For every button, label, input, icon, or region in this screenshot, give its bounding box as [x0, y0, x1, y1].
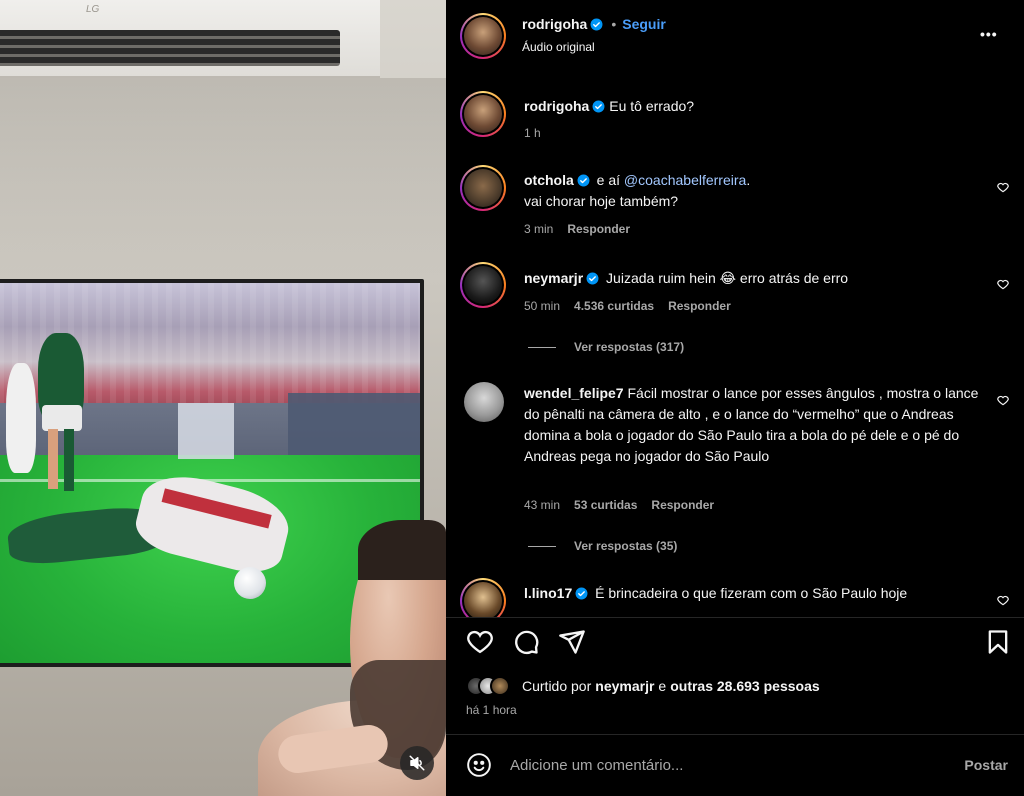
liked-by-user[interactable]: neymarjr	[595, 678, 654, 694]
comment-text: Juizada ruim hein 😂 erro atrás de erro	[606, 270, 849, 286]
add-comment-row: Adicione um comentário... Postar	[466, 748, 1008, 782]
comment-avatar-neymarjr[interactable]	[460, 262, 506, 308]
heart-icon[interactable]	[996, 180, 1010, 194]
reply-button[interactable]: Responder	[668, 299, 731, 313]
comment-icon[interactable]	[512, 628, 540, 656]
view-replies-button[interactable]: Ver respostas (35)	[528, 539, 677, 553]
view-replies-label: Ver respostas (35)	[574, 539, 678, 553]
comment-input[interactable]: Adicione um comentário...	[510, 757, 964, 774]
comment-username[interactable]: l.lino17	[524, 585, 572, 601]
comment-text: É brincadeira o que fizeram com o São Pa…	[595, 585, 908, 601]
player-standing-white	[6, 363, 36, 473]
caption-username[interactable]: rodrigoha	[524, 98, 589, 114]
goal-frame	[178, 403, 234, 459]
air-conditioner: LG	[0, 0, 380, 78]
comment-username[interactable]: wendel_felipe7	[524, 385, 624, 401]
caption-meta: 1 h	[524, 126, 541, 140]
comment-text-end: .	[746, 172, 751, 188]
reel-video[interactable]: LG	[0, 0, 446, 796]
follow-button[interactable]: Seguir	[622, 16, 666, 32]
reply-button[interactable]: Responder	[651, 498, 714, 512]
post-header: rodrigoha • Seguir Áudio original •••	[446, 0, 1024, 74]
comment-time: 43 min	[524, 498, 561, 512]
ac-logo: LG	[86, 4, 100, 15]
view-replies-label: Ver respostas (317)	[574, 340, 685, 354]
comment-avatar-wendel[interactable]	[464, 382, 504, 422]
comment-text: e aí	[596, 172, 621, 188]
caption-avatar[interactable]	[460, 91, 506, 137]
comment-likes[interactable]: 4.536 curtidas	[574, 299, 654, 313]
divider	[446, 734, 1024, 735]
post-time[interactable]: há 1 hora	[466, 703, 517, 717]
liker-avatar	[490, 676, 510, 696]
heart-icon[interactable]	[466, 628, 494, 656]
heart-icon[interactable]	[996, 593, 1010, 607]
comment-meta: 3 min Responder	[524, 222, 630, 236]
likes-summary: Curtido por neymarjr e outras 28.693 pes…	[466, 676, 820, 696]
comment-username[interactable]: neymarjr	[524, 270, 583, 286]
mention-link[interactable]: @coachabelferreira	[624, 172, 746, 188]
comment-clip: l.lino17 É brincadeira o que fizeram com…	[446, 574, 1024, 617]
more-options-icon[interactable]: •••	[980, 26, 998, 42]
comment-text-line2: vai chorar hoje também?	[524, 193, 679, 209]
comment-llino17: l.lino17 É brincadeira o que fizeram com…	[524, 583, 994, 604]
comment-likes[interactable]: 53 curtidas	[574, 498, 637, 512]
comment-time: 50 min	[524, 299, 561, 313]
caption-time: 1 h	[524, 126, 541, 140]
comment-avatar-llino17[interactable]	[460, 578, 506, 617]
post-button[interactable]: Postar	[964, 757, 1008, 773]
header-username[interactable]: rodrigoha	[522, 16, 587, 32]
share-icon[interactable]	[558, 628, 586, 656]
verified-badge-icon	[590, 18, 603, 30]
comment-time: 3 min	[524, 222, 554, 236]
caption-body: Eu tô errado?	[609, 98, 695, 114]
verified-badge-icon	[577, 174, 590, 187]
caption-text: rodrigoha Eu tô errado?	[524, 96, 994, 117]
comment-username[interactable]: otchola	[524, 172, 574, 188]
comment-avatar-otchola[interactable]	[460, 165, 506, 211]
view-replies-button[interactable]: Ver respostas (317)	[528, 340, 684, 354]
divider	[446, 617, 1024, 618]
liked-by-others[interactable]: outras 28.693 pessoas	[670, 678, 819, 694]
header-avatar[interactable]	[460, 13, 506, 59]
heart-icon[interactable]	[996, 277, 1010, 291]
player-standing-green	[38, 333, 84, 491]
header-dot: •	[611, 16, 617, 32]
comment-meta: 43 min 53 curtidas Responder	[524, 498, 714, 512]
liked-by-mid: e	[658, 678, 667, 694]
comment-meta: 50 min 4.536 curtidas Responder	[524, 299, 731, 313]
verified-badge-icon	[575, 587, 588, 600]
wall-shadow	[0, 78, 446, 278]
ac-vent	[0, 30, 340, 66]
emoji-icon[interactable]	[466, 752, 492, 778]
verified-badge-icon	[586, 272, 599, 285]
comment-neymarjr: neymarjr Juizada ruim hein 😂 erro atrás …	[524, 268, 994, 289]
bookmark-icon[interactable]	[984, 628, 1012, 656]
liked-by-prefix: Curtido por	[522, 678, 592, 694]
bench-area	[288, 393, 420, 455]
comment-wendel: wendel_felipe7 Fácil mostrar o lance por…	[524, 383, 984, 467]
post-actions	[466, 628, 1008, 656]
comment-otchola: otchola e aí @coachabelferreira. vai cho…	[524, 170, 994, 212]
reply-button[interactable]: Responder	[567, 222, 630, 236]
comments-panel: rodrigoha • Seguir Áudio original ••• ro…	[446, 0, 1024, 796]
heart-icon[interactable]	[996, 393, 1010, 407]
audio-label[interactable]: Áudio original	[522, 40, 595, 54]
verified-badge-icon	[592, 100, 605, 113]
speaker-muted-icon[interactable]	[400, 746, 434, 780]
